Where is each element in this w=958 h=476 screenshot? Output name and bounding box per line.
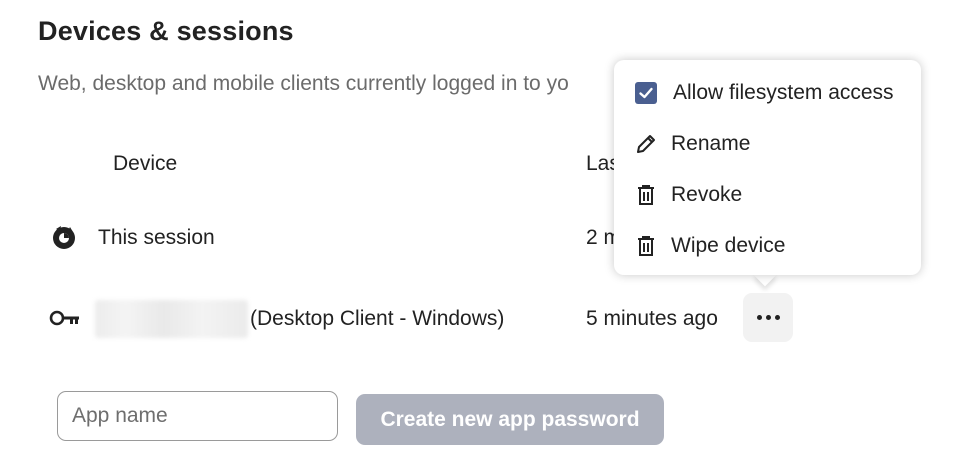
app-name-input[interactable]	[57, 391, 338, 441]
trash-icon	[634, 234, 658, 258]
last-activity: 5 minutes ago	[586, 307, 718, 330]
menu-item-rename[interactable]: Rename	[614, 122, 921, 166]
redacted-device-name	[95, 300, 248, 338]
device-name: (Desktop Client - Windows)	[250, 307, 505, 330]
device-name: This session	[98, 226, 215, 249]
menu-item-label: Rename	[671, 132, 751, 155]
key-icon	[49, 303, 81, 333]
checkbox-checked-icon[interactable]	[634, 81, 658, 105]
trash-icon	[634, 183, 658, 207]
browser-session-icon	[49, 222, 79, 252]
menu-item-label: Revoke	[671, 183, 743, 206]
pencil-icon	[634, 132, 658, 156]
menu-item-revoke[interactable]: Revoke	[614, 173, 921, 217]
page-title: Devices & sessions	[38, 16, 294, 46]
menu-item-label: Allow filesystem access	[673, 81, 894, 104]
column-header-device: Device	[113, 152, 178, 175]
create-app-password-button[interactable]: Create new app password	[356, 394, 664, 445]
menu-item-label: Wipe device	[671, 234, 786, 257]
page-description: Web, desktop and mobile clients currentl…	[38, 72, 569, 95]
menu-item-wipe-device[interactable]: Wipe device	[614, 224, 921, 268]
device-actions-menu: Allow filesystem access Rename Revoke Wi…	[614, 60, 921, 275]
menu-item-allow-filesystem-access[interactable]: Allow filesystem access	[614, 71, 921, 115]
more-icon	[756, 315, 780, 320]
more-actions-button[interactable]	[743, 293, 793, 342]
